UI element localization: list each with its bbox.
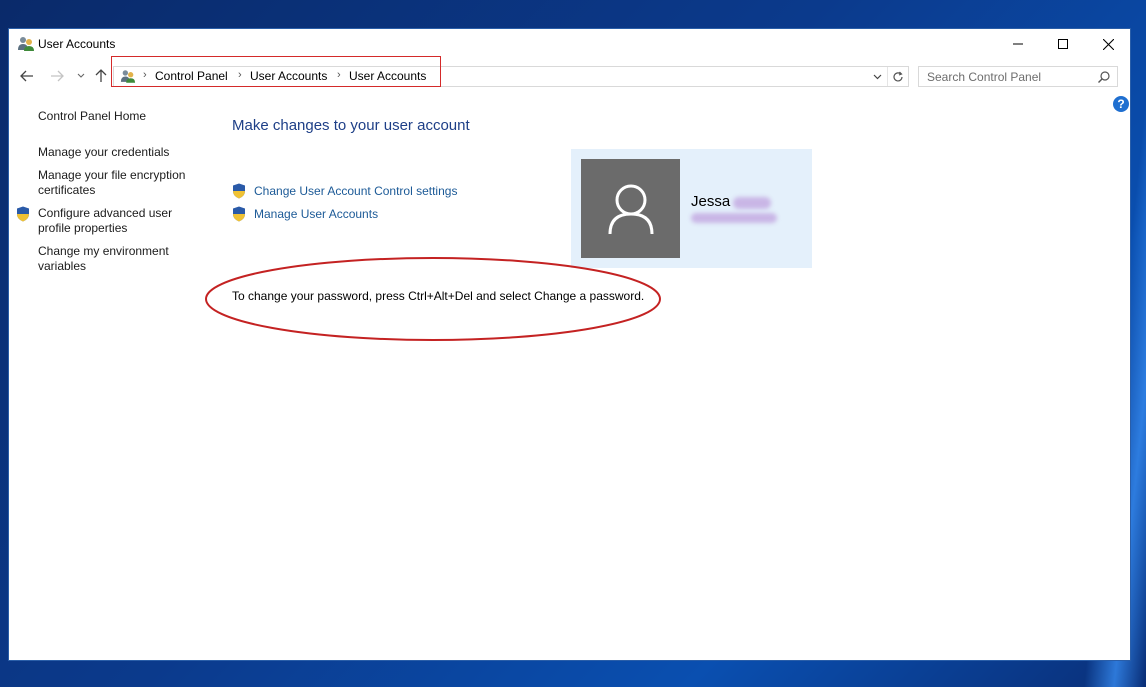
address-history-dropdown[interactable] [869, 68, 885, 85]
password-change-instructions: To change your password, press Ctrl+Alt+… [232, 289, 645, 303]
up-arrow-icon [95, 69, 107, 82]
change-uac-settings-link[interactable]: Change User Account Control settings [254, 184, 457, 198]
page-title: Make changes to your user account [232, 117, 470, 134]
manage-user-accounts-link[interactable]: Manage User Accounts [254, 207, 378, 221]
breadcrumb-user-accounts-current[interactable]: User Accounts [349, 69, 426, 83]
sidebar-item-advanced-profile-properties[interactable]: Configure advanced user profile properti… [38, 206, 198, 236]
chevron-down-icon [873, 74, 881, 79]
sidebar-item-control-panel-home[interactable]: Control Panel Home [38, 109, 198, 124]
uac-shield-icon [17, 206, 29, 222]
forward-button[interactable] [48, 67, 66, 85]
maximize-button[interactable] [1040, 29, 1086, 59]
avatar [581, 159, 680, 258]
breadcrumb-user-accounts[interactable]: User Accounts [250, 69, 327, 83]
refresh-button[interactable] [887, 67, 908, 86]
minimize-button[interactable] [995, 29, 1041, 59]
user-accounts-icon [18, 37, 34, 51]
sidebar-item-manage-credentials[interactable]: Manage your credentials [38, 145, 198, 160]
user-accounts-icon [120, 70, 136, 83]
user-silhouette-icon [608, 184, 653, 234]
breadcrumb-separator[interactable]: › [143, 69, 147, 81]
sidebar-item-file-encryption-certificates[interactable]: Manage your file encryption certificates [38, 168, 198, 198]
window-title: User Accounts [38, 37, 116, 51]
address-bar[interactable]: › Control Panel › User Accounts › User A… [113, 66, 909, 87]
maximize-icon [1058, 39, 1068, 49]
minimize-icon [1013, 43, 1023, 45]
redacted-surname [733, 197, 771, 209]
back-arrow-icon [20, 70, 33, 82]
user-accounts-window: User Accounts › Control Panel › User Acc… [8, 28, 1131, 661]
close-button[interactable] [1085, 29, 1131, 59]
title-bar[interactable]: User Accounts [9, 29, 1130, 59]
help-icon[interactable]: ? [1113, 96, 1129, 112]
uac-shield-icon [233, 206, 245, 222]
search-icon[interactable] [1097, 70, 1111, 84]
breadcrumb-control-panel[interactable]: Control Panel [155, 69, 228, 83]
search-input[interactable] [918, 66, 1118, 87]
recent-locations-button[interactable] [72, 67, 90, 85]
breadcrumb-separator[interactable]: › [238, 69, 242, 81]
chevron-down-icon [77, 73, 85, 78]
user-name: Jessa [691, 193, 731, 210]
back-button[interactable] [18, 67, 36, 85]
user-account-tile[interactable]: Jessa [571, 149, 812, 268]
refresh-icon [893, 71, 903, 81]
breadcrumb-separator[interactable]: › [337, 69, 341, 81]
close-icon [1102, 38, 1114, 50]
uac-shield-icon [233, 183, 245, 199]
forward-arrow-icon [51, 70, 64, 82]
up-button[interactable] [92, 67, 110, 85]
navigation-bar: › Control Panel › User Accounts › User A… [9, 56, 1130, 89]
redacted-account-type [691, 213, 777, 223]
sidebar-item-environment-variables[interactable]: Change my environment variables [38, 244, 198, 274]
